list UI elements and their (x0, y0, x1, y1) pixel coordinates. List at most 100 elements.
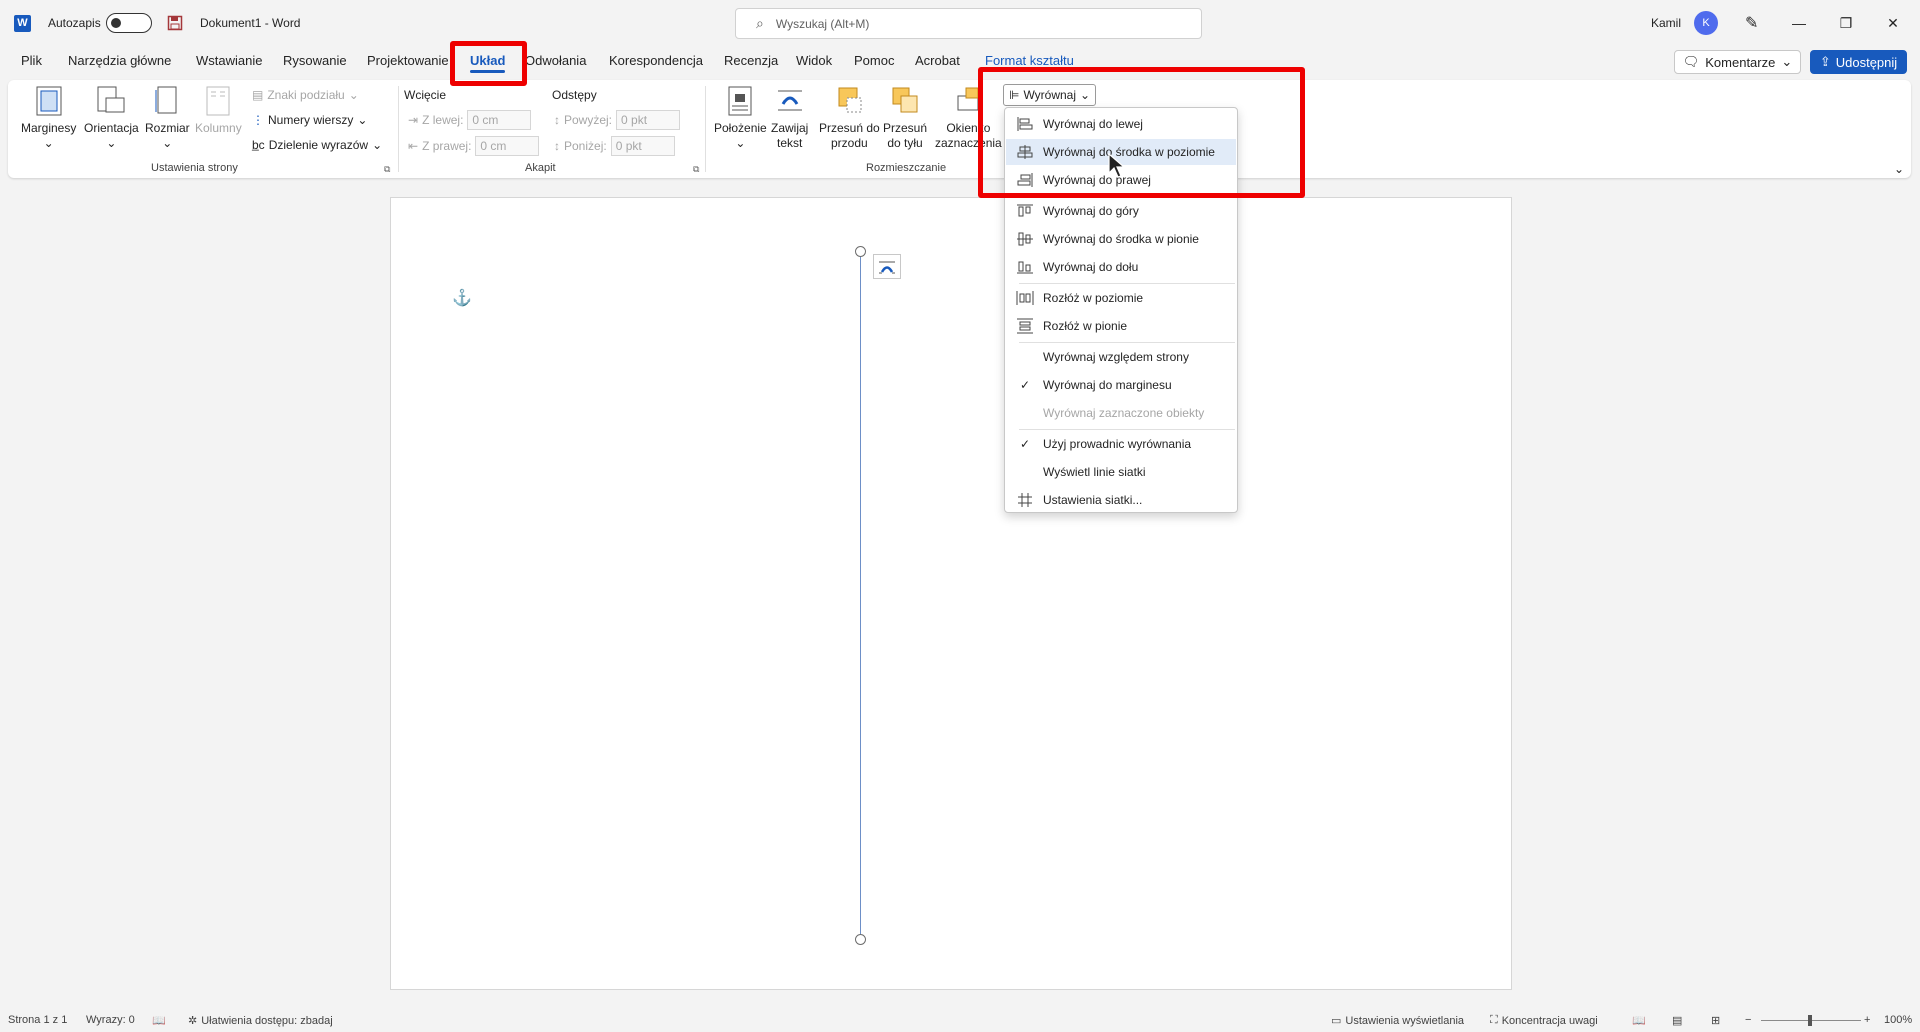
tab-design[interactable]: Projektowanie (367, 53, 449, 68)
align-middle-icon (1016, 232, 1034, 246)
menu-item-distribute-vertical[interactable]: Rozłóż w pionie (1006, 313, 1236, 339)
save-icon[interactable] (167, 0, 183, 46)
bring-forward-button[interactable]: Przesuń do przodu (819, 84, 880, 151)
checkmark-icon: ✓ (1019, 378, 1031, 392)
distribute-horizontal-icon (1016, 291, 1034, 305)
user-name[interactable]: Kamil (1651, 0, 1681, 46)
display-settings-button[interactable]: ▭ Ustawienia wyświetlania (1331, 1014, 1464, 1028)
margins-button[interactable]: Marginesy ⌄ (21, 84, 76, 151)
menu-item-grid-settings[interactable]: Ustawienia siatki... (1006, 487, 1236, 513)
tab-draw[interactable]: Rysowanie (283, 53, 347, 68)
orientation-label: Orientacja (84, 121, 139, 135)
send-backward-label-1: Przesuń (883, 121, 928, 135)
restore-button[interactable]: ❐ (1823, 0, 1869, 46)
separator (705, 86, 706, 172)
share-button[interactable]: ⇪ Udostępnij (1810, 50, 1907, 74)
pen-icon[interactable]: ✎ (1745, 0, 1758, 46)
avatar[interactable]: K (1694, 0, 1718, 46)
comment-icon: 🗨 (1682, 54, 1700, 69)
menu-item-distribute-horizontal[interactable]: Rozłóż w poziomie (1006, 285, 1236, 311)
menu-item-align-selected: Wyrównaj zaznaczone obiekty (1043, 406, 1205, 420)
collapse-ribbon-icon[interactable]: ⌄ (1894, 162, 1904, 176)
separator (398, 86, 399, 172)
bring-forward-label-1: Przesuń do (819, 121, 880, 135)
tab-home[interactable]: Narzędzia główne (68, 53, 171, 68)
size-label: Rozmiar (145, 121, 190, 135)
send-backward-label-2: do tyłu (887, 136, 923, 150)
document-title: Dokument1 - Word (200, 16, 301, 30)
position-button[interactable]: Położenie ⌄ (714, 84, 767, 151)
tab-file[interactable]: Plik (21, 53, 42, 68)
tab-references[interactable]: Odwołania (525, 53, 586, 68)
layout-options-icon[interactable] (873, 254, 901, 279)
spacing-after-field[interactable]: ↕ Poniżej: 0 pkt (554, 136, 675, 156)
menu-item-alignment-guides[interactable]: ✓ Użyj prowadnic wyrównania (1006, 431, 1236, 457)
zoom-out-icon[interactable]: − (1745, 1014, 1751, 1026)
indent-left-value[interactable]: 0 cm (467, 110, 532, 130)
page-setup-launcher-icon[interactable]: ⧉ (384, 164, 390, 175)
page-count[interactable]: Strona 1 z 1 (8, 1014, 67, 1026)
hyphenation-label: Dzielenie wyrazów (268, 138, 369, 152)
word-count[interactable]: Wyrazy: 0 (86, 1014, 135, 1026)
menu-item-align-middle[interactable]: Wyrównaj do środka w pionie (1006, 226, 1236, 252)
wrap-text-label-2: tekst (777, 136, 803, 150)
autosave-toggle[interactable] (106, 0, 152, 46)
line-numbers-button[interactable]: ⋮ Numery wierszy ⌄ (252, 113, 367, 127)
size-button[interactable]: Rozmiar ⌄ (145, 84, 190, 151)
accessibility-icon: ✲ (188, 1015, 198, 1027)
document-page[interactable] (390, 197, 1512, 990)
title-bar: W Autozapis Dokument1 - Word ⌕ Wyszukaj … (0, 0, 1920, 46)
menu-item-view-gridlines[interactable]: Wyświetl linie siatki (1006, 459, 1236, 485)
focus-button[interactable]: ⛶ Koncentracja uwagi (1490, 1014, 1598, 1027)
tab-shape-format[interactable]: Format kształtu (985, 53, 1074, 68)
comments-button[interactable]: 🗨 Komentarze ⌄ (1674, 50, 1801, 74)
selected-line-shape[interactable] (860, 252, 861, 940)
spacing-before-value[interactable]: 0 pkt (616, 110, 681, 130)
paragraph-group-label: Akapit (525, 162, 556, 174)
menu-divider (1019, 283, 1235, 284)
tab-mailings[interactable]: Korespondencja (609, 53, 703, 68)
minimize-button[interactable]: — (1776, 0, 1822, 46)
search-input[interactable]: ⌕ Wyszukaj (Alt+M) (735, 8, 1202, 39)
share-label: Udostępnij (1835, 54, 1898, 70)
paragraph-launcher-icon[interactable]: ⧉ (693, 164, 699, 175)
search-placeholder: Wyszukaj (Alt+M) (775, 16, 870, 31)
menu-item-align-to-margin[interactable]: ✓ Wyrównaj do marginesu (1006, 372, 1236, 398)
indent-left-field[interactable]: ⇥ Z lewej: 0 cm (408, 110, 532, 130)
accessibility-button[interactable]: ✲ Ułatwienia dostępu: zbadaj (188, 1014, 333, 1028)
proofing-icon[interactable]: 📖 (152, 1014, 166, 1027)
resize-handle-bottom[interactable] (855, 934, 866, 945)
indent-right-field[interactable]: ⇤ Z prawej: 0 cm (408, 136, 540, 156)
zoom-level[interactable]: 100% (1884, 1014, 1912, 1026)
resize-handle-top[interactable] (855, 246, 866, 257)
tab-insert[interactable]: Wstawianie (196, 53, 262, 68)
tab-review[interactable]: Recenzja (724, 53, 778, 68)
web-layout-icon[interactable]: ⊞ (1711, 1014, 1720, 1027)
send-backward-button[interactable]: Przesuń do tyłu (883, 84, 927, 151)
zoom-in-icon[interactable]: + (1864, 1014, 1870, 1026)
focus-label: Koncentracja uwagi (1501, 1014, 1598, 1027)
spacing-after-value[interactable]: 0 pkt (610, 136, 675, 156)
breaks-icon: ▤ (252, 88, 264, 102)
menu-item-align-bottom[interactable]: Wyrównaj do dołu (1006, 254, 1236, 280)
hyphenation-button[interactable]: b̲c Dzielenie wyrazów ⌄ (252, 138, 382, 152)
breaks-button[interactable]: ▤ Znaki podziału ⌄ (252, 88, 359, 102)
menu-item-align-top[interactable]: Wyrównaj do góry (1006, 198, 1236, 224)
zoom-slider-thumb[interactable] (1808, 1015, 1812, 1026)
tab-help[interactable]: Pomoc (854, 53, 894, 68)
menu-divider (1019, 342, 1235, 343)
tab-view[interactable]: Widok (796, 53, 832, 68)
orientation-button[interactable]: Orientacja ⌄ (84, 84, 139, 151)
print-layout-icon[interactable]: ▤ (1672, 1014, 1682, 1027)
menu-item-align-to-page[interactable]: Wyrównaj względem strony (1006, 344, 1236, 370)
checkmark-icon: ✓ (1019, 437, 1031, 451)
spacing-before-field[interactable]: ↕ Powyżej: 0 pkt (554, 110, 681, 130)
read-mode-icon[interactable]: 📖 (1632, 1014, 1646, 1027)
wrap-text-button[interactable]: Zawijaj tekst (771, 84, 808, 151)
columns-button[interactable]: Kolumny (195, 84, 242, 136)
tab-acrobat[interactable]: Acrobat (915, 53, 960, 68)
columns-icon (203, 84, 233, 118)
close-button[interactable]: ✕ (1870, 0, 1916, 46)
size-icon (152, 84, 182, 118)
indent-right-value[interactable]: 0 cm (475, 136, 540, 156)
